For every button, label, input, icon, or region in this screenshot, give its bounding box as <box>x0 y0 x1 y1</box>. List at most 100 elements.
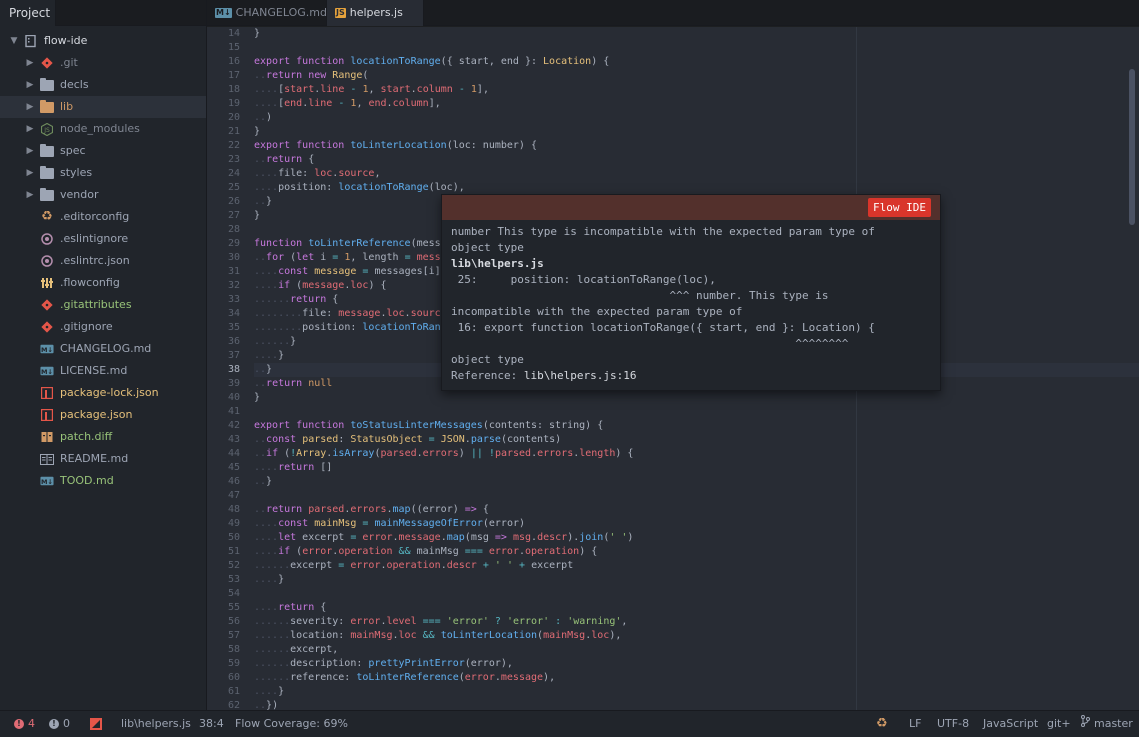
line-number[interactable]: 34 <box>207 307 240 321</box>
line-number[interactable]: 28 <box>207 223 240 237</box>
code-line[interactable]: ....const mainMsg = mainMessageOfError(e… <box>254 517 1139 531</box>
line-number[interactable]: 18 <box>207 83 240 97</box>
line-number[interactable]: 55 <box>207 601 240 615</box>
code-line[interactable]: ....} <box>254 685 1139 699</box>
line-number[interactable]: 36 <box>207 335 240 349</box>
line-ending-selector[interactable]: LF <box>909 711 921 737</box>
cursor-position[interactable]: 38:4 <box>199 711 224 737</box>
line-number[interactable]: 45 <box>207 461 240 475</box>
line-number[interactable]: 15 <box>207 41 240 55</box>
line-number[interactable]: 41 <box>207 405 240 419</box>
tree-item-gitignore[interactable]: .gitignore <box>0 316 206 338</box>
line-number[interactable]: 21 <box>207 125 240 139</box>
line-number[interactable]: 23 <box>207 153 240 167</box>
tree-item-vendor[interactable]: ▶ vendor <box>0 184 206 206</box>
project-tab[interactable]: Project <box>0 0 56 26</box>
line-number[interactable]: 32 <box>207 279 240 293</box>
line-number[interactable]: 35 <box>207 321 240 335</box>
git-status[interactable]: git+ <box>1047 711 1071 737</box>
tree-item-node_modules[interactable]: ▶ JS node_modules <box>0 118 206 140</box>
tree-item-flowconfig[interactable]: .flowconfig <box>0 272 206 294</box>
line-number[interactable]: 19 <box>207 97 240 111</box>
code-line[interactable]: ....return [] <box>254 461 1139 475</box>
line-number[interactable]: 52 <box>207 559 240 573</box>
tree-item-gitattributes[interactable]: .gitattributes <box>0 294 206 316</box>
vertical-scrollbar[interactable] <box>1129 69 1135 225</box>
grammar-selector[interactable]: JavaScript <box>983 711 1038 737</box>
line-number[interactable]: 22 <box>207 139 240 153</box>
tree-item-decls[interactable]: ▶ decls <box>0 74 206 96</box>
project-root[interactable]: ▼ flow-ide <box>0 30 206 52</box>
line-number[interactable]: 24 <box>207 167 240 181</box>
tree-item-git[interactable]: ▶ .git <box>0 52 206 74</box>
file-path[interactable]: lib\helpers.js <box>121 711 191 737</box>
line-number[interactable]: 51 <box>207 545 240 559</box>
encoding-selector[interactable]: UTF-8 <box>937 711 969 737</box>
line-number[interactable]: 17 <box>207 69 240 83</box>
tab-helpers[interactable]: JS helpers.js <box>326 0 424 26</box>
code-line[interactable]: ....let excerpt = error.message.map(msg … <box>254 531 1139 545</box>
line-number[interactable]: 29 <box>207 237 240 251</box>
tree-item-changelog[interactable]: M↓ CHANGELOG.md <box>0 338 206 360</box>
line-number[interactable]: 43 <box>207 433 240 447</box>
editorconfig-status[interactable]: ♻ <box>876 711 888 737</box>
line-number[interactable]: 26 <box>207 195 240 209</box>
tree-item-eslintignore[interactable]: .eslintignore <box>0 228 206 250</box>
flow-coverage[interactable]: Flow Coverage: 69% <box>235 711 348 737</box>
code-line[interactable] <box>254 405 1139 419</box>
code-line[interactable] <box>254 587 1139 601</box>
tree-item-lib[interactable]: ▶ lib <box>0 96 206 118</box>
line-number[interactable]: 39 <box>207 377 240 391</box>
line-number[interactable]: 40 <box>207 391 240 405</box>
code-line[interactable]: ....file: loc.source, <box>254 167 1139 181</box>
code-line[interactable]: ..} <box>254 475 1139 489</box>
code-line[interactable]: ......location: mainMsg.loc && toLinterL… <box>254 629 1139 643</box>
code-line[interactable]: ..) <box>254 111 1139 125</box>
line-number[interactable]: 16 <box>207 55 240 69</box>
line-number-gutter[interactable]: 14 15 16 17 18 19 20 21 22 23 24 25 26 27 28 29 30 31 32 33… <box>207 27 247 710</box>
tooltip-file[interactable]: lib\helpers.js <box>451 256 931 272</box>
code-line[interactable]: } <box>254 125 1139 139</box>
line-number[interactable]: 14 <box>207 27 240 41</box>
code-line[interactable] <box>254 41 1139 55</box>
code-line[interactable]: ....position: locationToRange(loc), <box>254 181 1139 195</box>
line-number[interactable]: 59 <box>207 657 240 671</box>
code-line[interactable]: ....[end.line - 1, end.column], <box>254 97 1139 111</box>
line-number[interactable]: 53 <box>207 573 240 587</box>
line-number[interactable]: 49 <box>207 517 240 531</box>
tree-item-tood[interactable]: M↓ TOOD.md <box>0 470 206 492</box>
code-line[interactable]: export function locationToRange({ start,… <box>254 55 1139 69</box>
line-number[interactable]: 54 <box>207 587 240 601</box>
tab-changelog[interactable]: M↓ CHANGELOG.md <box>207 0 327 26</box>
line-number[interactable]: 47 <box>207 489 240 503</box>
tooltip-reference[interactable]: Reference: lib\helpers.js:16 <box>451 368 931 384</box>
tree-item-readme[interactable]: README.md <box>0 448 206 470</box>
tree-item-package-lock[interactable]: package-lock.json <box>0 382 206 404</box>
line-number[interactable]: 38 <box>207 363 240 377</box>
line-number[interactable]: 25 <box>207 181 240 195</box>
line-number[interactable]: 31 <box>207 265 240 279</box>
code-line[interactable]: ..return parsed.errors.map((error) => { <box>254 503 1139 517</box>
line-number[interactable]: 48 <box>207 503 240 517</box>
code-line[interactable]: ......excerpt = error.operation.descr + … <box>254 559 1139 573</box>
line-number[interactable]: 56 <box>207 615 240 629</box>
code-line[interactable]: ......severity: error.level === 'error' … <box>254 615 1139 629</box>
reference-link[interactable]: lib\helpers.js:16 <box>524 369 637 382</box>
line-number[interactable]: 61 <box>207 685 240 699</box>
code-line[interactable]: } <box>254 391 1139 405</box>
code-line[interactable]: export function toStatusLinterMessages(c… <box>254 419 1139 433</box>
code-line[interactable]: ....if (error.operation && mainMsg === e… <box>254 545 1139 559</box>
linter-errors[interactable]: ! 4 <box>14 711 35 737</box>
line-number[interactable]: 27 <box>207 209 240 223</box>
code-line[interactable]: export function toLinterLocation(loc: nu… <box>254 139 1139 153</box>
code-line[interactable]: } <box>254 27 1139 41</box>
code-line[interactable]: ......reference: toLinterReference(error… <box>254 671 1139 685</box>
code-line[interactable]: ....[start.line - 1, start.column - 1], <box>254 83 1139 97</box>
tree-item-license[interactable]: M↓ LICENSE.md <box>0 360 206 382</box>
tree-item-editorconfig[interactable]: ♻ .editorconfig <box>0 206 206 228</box>
code-line[interactable]: ..return new Range( <box>254 69 1139 83</box>
tree-item-package[interactable]: package.json <box>0 404 206 426</box>
line-number[interactable]: 58 <box>207 643 240 657</box>
code-line[interactable]: ....} <box>254 573 1139 587</box>
tree-item-eslintrc[interactable]: .eslintrc.json <box>0 250 206 272</box>
